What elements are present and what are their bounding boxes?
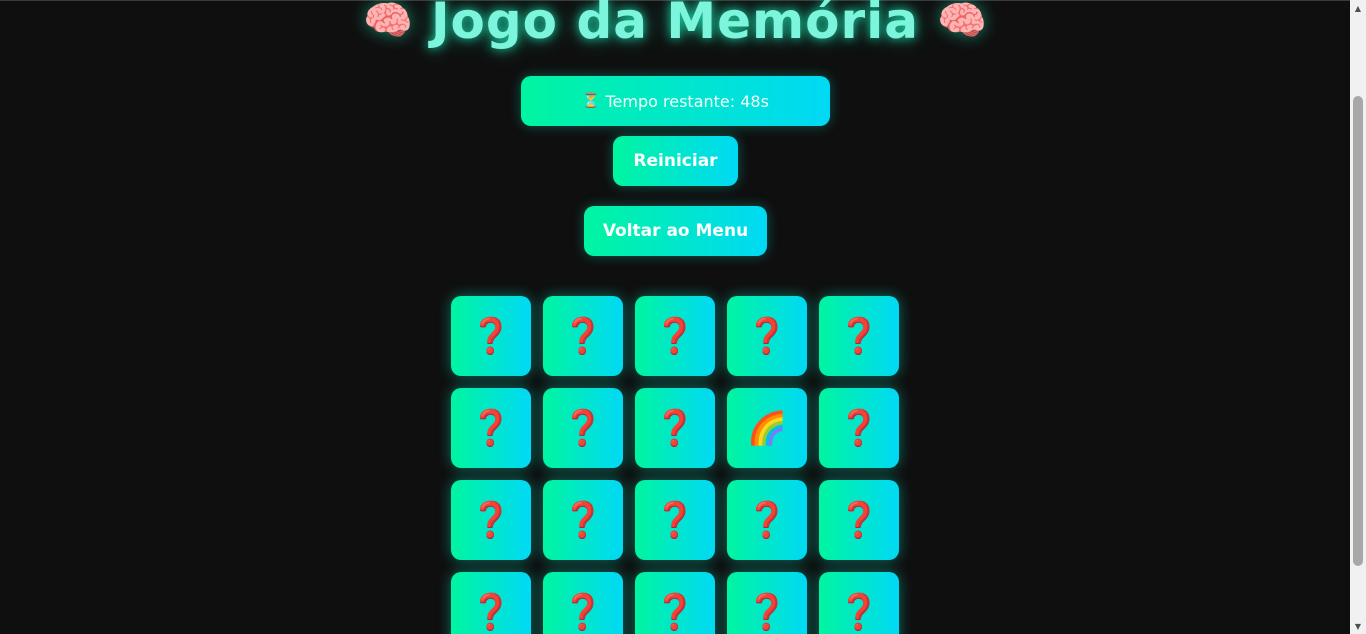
question-mark-icon: ❓ [837, 408, 881, 448]
memory-card[interactable]: ❓ [451, 296, 531, 376]
question-mark-icon: ❓ [561, 408, 605, 448]
question-mark-icon: ❓ [745, 500, 789, 540]
memory-card[interactable]: ❓ [727, 480, 807, 560]
vertical-scrollbar[interactable]: ▲ ▼ [1350, 0, 1366, 634]
question-mark-icon: ❓ [469, 592, 513, 632]
memory-card[interactable]: ❓ [451, 388, 531, 468]
memory-card[interactable]: ❓ [819, 388, 899, 468]
question-mark-icon: ❓ [469, 316, 513, 356]
memory-card-revealed[interactable]: 🌈 [727, 388, 807, 468]
hourglass-icon: ⏳ [582, 93, 600, 109]
memory-card[interactable]: ❓ [451, 572, 531, 634]
memory-card[interactable]: ❓ [727, 572, 807, 634]
memory-card[interactable]: ❓ [819, 296, 899, 376]
question-mark-icon: ❓ [653, 592, 697, 632]
question-mark-icon: ❓ [469, 408, 513, 448]
memory-card[interactable]: ❓ [635, 572, 715, 634]
question-mark-icon: ❓ [561, 500, 605, 540]
brain-icon: 🧠 [937, 0, 987, 44]
question-mark-icon: ❓ [653, 500, 697, 540]
memory-card[interactable]: ❓ [543, 296, 623, 376]
rainbow-icon: 🌈 [747, 409, 787, 447]
scroll-up-arrow-icon[interactable]: ▲ [1350, 0, 1366, 16]
card-board: ❓ ❓ ❓ ❓ ❓ ❓ ❓ ❓ 🌈 ❓ ❓ ❓ ❓ ❓ ❓ ❓ ❓ ❓ ❓ ❓ [451, 296, 899, 634]
question-mark-icon: ❓ [653, 408, 697, 448]
brain-icon: 🧠 [363, 0, 413, 44]
question-mark-icon: ❓ [561, 592, 605, 632]
restart-button[interactable]: Reiniciar [613, 136, 738, 186]
question-mark-icon: ❓ [745, 316, 789, 356]
browser-viewport: 🧠 Jogo da Memória 🧠 ⏳ Tempo restante: 48… [0, 0, 1366, 634]
memory-card[interactable]: ❓ [451, 480, 531, 560]
question-mark-icon: ❓ [745, 592, 789, 632]
memory-card[interactable]: ❓ [819, 572, 899, 634]
scroll-down-arrow-icon[interactable]: ▼ [1350, 618, 1366, 634]
memory-card[interactable]: ❓ [819, 480, 899, 560]
question-mark-icon: ❓ [561, 316, 605, 356]
memory-card[interactable]: ❓ [543, 388, 623, 468]
question-mark-icon: ❓ [837, 592, 881, 632]
memory-card[interactable]: ❓ [635, 296, 715, 376]
timer-label: Tempo restante: 48s [605, 91, 769, 111]
memory-card[interactable]: ❓ [635, 388, 715, 468]
title-row: 🧠 Jogo da Memória 🧠 [0, 0, 1350, 56]
scroll-thumb[interactable] [1353, 96, 1363, 566]
question-mark-icon: ❓ [653, 316, 697, 356]
memory-game-page: 🧠 Jogo da Memória 🧠 ⏳ Tempo restante: 48… [0, 0, 1350, 634]
question-mark-icon: ❓ [469, 500, 513, 540]
memory-card[interactable]: ❓ [543, 480, 623, 560]
page-title: Jogo da Memória [430, 0, 920, 50]
memory-card[interactable]: ❓ [727, 296, 807, 376]
back-to-menu-button[interactable]: Voltar ao Menu [584, 206, 767, 256]
timer-display: ⏳ Tempo restante: 48s [521, 76, 830, 126]
question-mark-icon: ❓ [837, 500, 881, 540]
question-mark-icon: ❓ [837, 316, 881, 356]
memory-card[interactable]: ❓ [543, 572, 623, 634]
memory-card[interactable]: ❓ [635, 480, 715, 560]
